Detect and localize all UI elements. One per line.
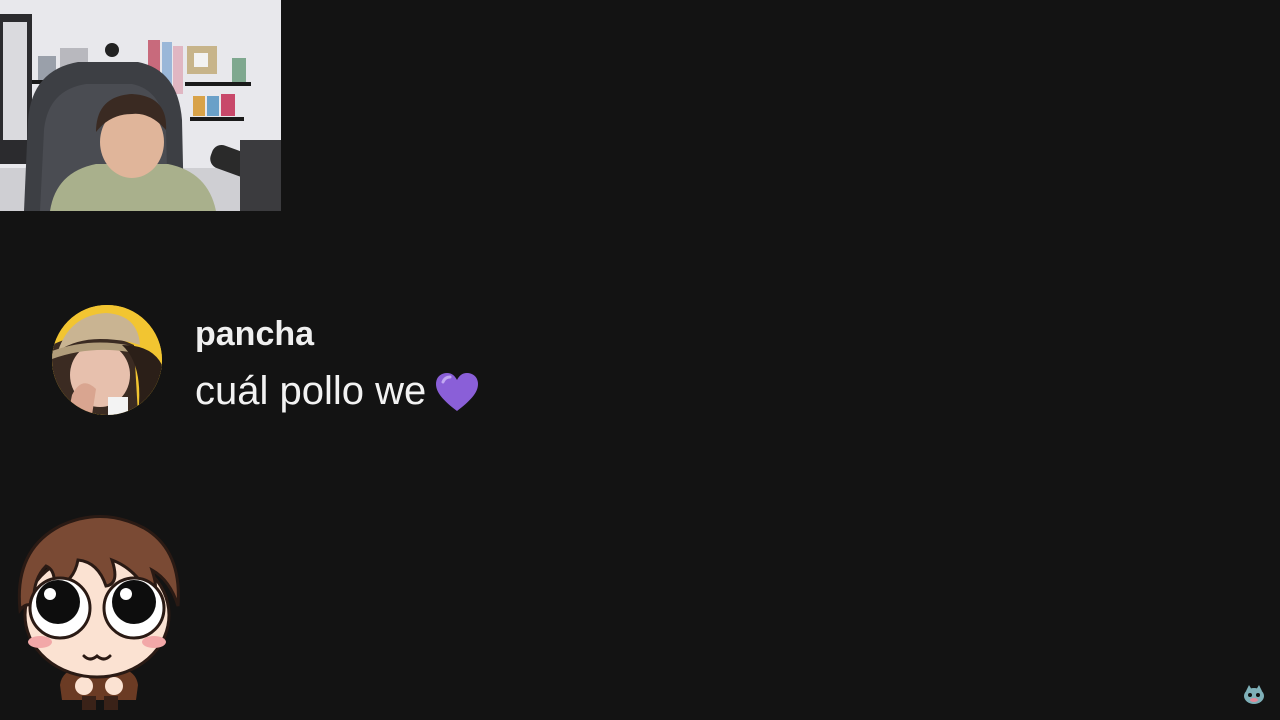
- purple-heart-icon: [434, 371, 480, 413]
- comment-message: cuál pollo we: [195, 369, 480, 414]
- webcam-feed: [0, 0, 281, 211]
- comment-username: pancha: [195, 315, 315, 353]
- user-avatar: [52, 305, 162, 415]
- comment-message-text: cuál pollo we: [195, 369, 427, 413]
- chibi-mascot-icon: [10, 510, 185, 715]
- channel-logo-icon: [1242, 683, 1266, 705]
